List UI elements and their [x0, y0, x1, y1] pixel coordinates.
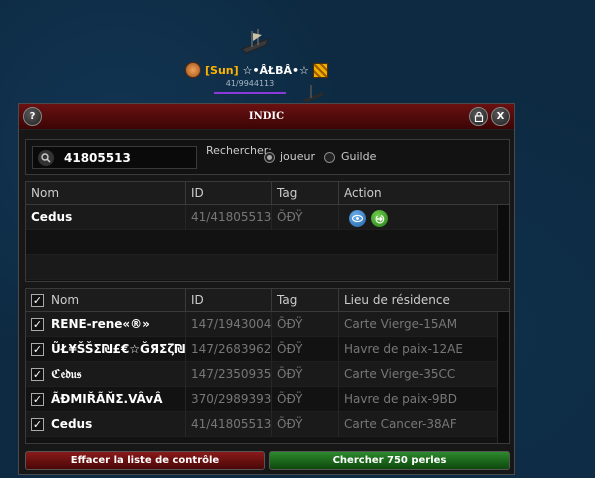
row-name: ŨŁ¥ŠŠΣ₪£€☆ĞЯΣζ₪ — [46, 337, 186, 362]
row-tag: ÕÐŸ — [272, 387, 339, 412]
row-checkbox[interactable]: ✓ — [31, 318, 44, 331]
row-tag: ÕÐŸ — [272, 412, 339, 437]
row-name: Cedus — [46, 412, 186, 437]
search-pearls-button[interactable]: Chercher 750 perles — [269, 451, 510, 470]
player-id: 41/9944113 — [225, 79, 275, 88]
row-name: ℭ𝔢𝔡𝔲𝔰 — [46, 362, 186, 387]
row-tag: ÕÐŸ — [272, 337, 339, 362]
search-bar: Rechercher: joueur Guilde — [25, 139, 510, 175]
search-box[interactable] — [32, 146, 197, 169]
col-id[interactable]: ID — [186, 182, 272, 205]
search-icon — [38, 149, 54, 166]
row-checkbox[interactable]: ✓ — [31, 418, 44, 431]
player-bar — [214, 92, 286, 94]
search-label: Rechercher: — [206, 144, 272, 157]
select-all-checkbox[interactable]: ✓ — [31, 294, 44, 307]
table-row[interactable]: ✓ ℭ𝔢𝔡𝔲𝔰 147/2350935 ÕÐŸ Carte Vierge-35C… — [26, 362, 509, 387]
watchlist-header: ✓ Nom ID Tag Lieu de résidence — [26, 289, 509, 312]
player-nameplate[interactable]: [Sun] ☆•ÂŁBÂ•☆ — [185, 62, 328, 78]
search-input[interactable] — [64, 150, 184, 165]
ship-icon — [302, 85, 324, 102]
lock-button[interactable] — [469, 107, 488, 126]
player-name: ☆•ÂŁBÂ•☆ — [242, 63, 309, 77]
clear-watchlist-button[interactable]: Effacer la liste de contrôle — [25, 451, 265, 470]
row-place: Havre de paix-9BD — [339, 387, 499, 412]
radio-guilde[interactable] — [324, 152, 335, 163]
col-tag[interactable]: Tag — [272, 289, 339, 312]
col-lieu[interactable]: Lieu de résidence — [339, 289, 499, 312]
indic-window: ? INDIC X Rechercher: joueur Guilde Nom … — [18, 103, 515, 475]
table-row[interactable]: ✓ ŨŁ¥ŠŠΣ₪£€☆ĞЯΣζ₪ 147/2683962 ÕÐŸ Havre … — [26, 337, 509, 362]
row-place: Havre de paix-12AE — [339, 337, 499, 362]
table-row[interactable]: Cedus 41/41805513 ÕÐŸ — [26, 205, 509, 230]
connect-icon[interactable] — [371, 210, 388, 227]
radio-joueur-label[interactable]: joueur — [280, 150, 315, 163]
radio-joueur[interactable] — [264, 152, 275, 163]
row-id: 147/2683962 — [186, 337, 272, 362]
lock-icon — [474, 111, 483, 122]
row-id: 41/41805513 — [186, 412, 272, 437]
col-action: Action — [344, 186, 382, 200]
row-name: RENE-rene«®» — [46, 312, 186, 337]
row-id: 41/41805513 — [186, 205, 272, 230]
radio-guilde-label[interactable]: Guilde — [341, 150, 376, 163]
row-id: 147/1943004 — [186, 312, 272, 337]
row-tag: ÕÐŸ — [272, 205, 339, 230]
results-table: Nom ID Tag Action Cedus 41/41805513 ÕÐŸ — [25, 181, 510, 282]
table-row[interactable]: ✓ ÃÐMIŘÃŇΣ.VÂvÂ 370/2989393 ÕÐŸ Havre de… — [26, 387, 509, 412]
table-row[interactable]: ✓ RENE-rene«®» 147/1943004 ÕÐŸ Carte Vie… — [26, 312, 509, 337]
table-row-empty — [26, 230, 509, 255]
window-titlebar[interactable]: ? INDIC X — [19, 104, 514, 130]
eye-icon[interactable] — [349, 210, 366, 227]
results-header: Nom ID Tag Action — [26, 182, 509, 205]
row-name: ÃÐMIŘÃŇΣ.VÂvÂ — [46, 387, 186, 412]
col-nom[interactable]: Nom — [46, 289, 186, 312]
row-checkbox[interactable]: ✓ — [31, 368, 44, 381]
window-title: INDIC — [248, 111, 285, 122]
row-id: 147/2350935 — [186, 362, 272, 387]
ship-icon — [241, 29, 269, 54]
table-row[interactable]: ✓ Cedus 41/41805513 ÕÐŸ Carte Cancer-38A… — [26, 412, 509, 437]
row-id: 370/2989393 — [186, 387, 272, 412]
row-name: Cedus — [26, 205, 186, 230]
watchlist-scrollbar[interactable] — [497, 312, 509, 443]
row-place: Carte Cancer-38AF — [339, 412, 499, 437]
row-tag: ÕÐŸ — [272, 362, 339, 387]
row-checkbox[interactable]: ✓ — [31, 343, 44, 356]
row-place: Carte Vierge-35CC — [339, 362, 499, 387]
col-tag[interactable]: Tag — [272, 182, 339, 205]
row-tag: ÕÐŸ — [272, 312, 339, 337]
guild-tag: [Sun] — [205, 63, 239, 77]
table-row-empty — [26, 255, 509, 280]
col-nom[interactable]: Nom — [26, 182, 186, 205]
row-checkbox[interactable]: ✓ — [31, 393, 44, 406]
col-id[interactable]: ID — [186, 289, 272, 312]
rank-stripes-icon — [312, 62, 328, 78]
results-scrollbar[interactable] — [497, 205, 509, 281]
guild-emblem-icon — [185, 62, 201, 78]
row-place: Carte Vierge-15AM — [339, 312, 499, 337]
close-button[interactable]: X — [491, 107, 510, 126]
watchlist-table: ✓ Nom ID Tag Lieu de résidence ✓ RENE-re… — [25, 288, 510, 444]
